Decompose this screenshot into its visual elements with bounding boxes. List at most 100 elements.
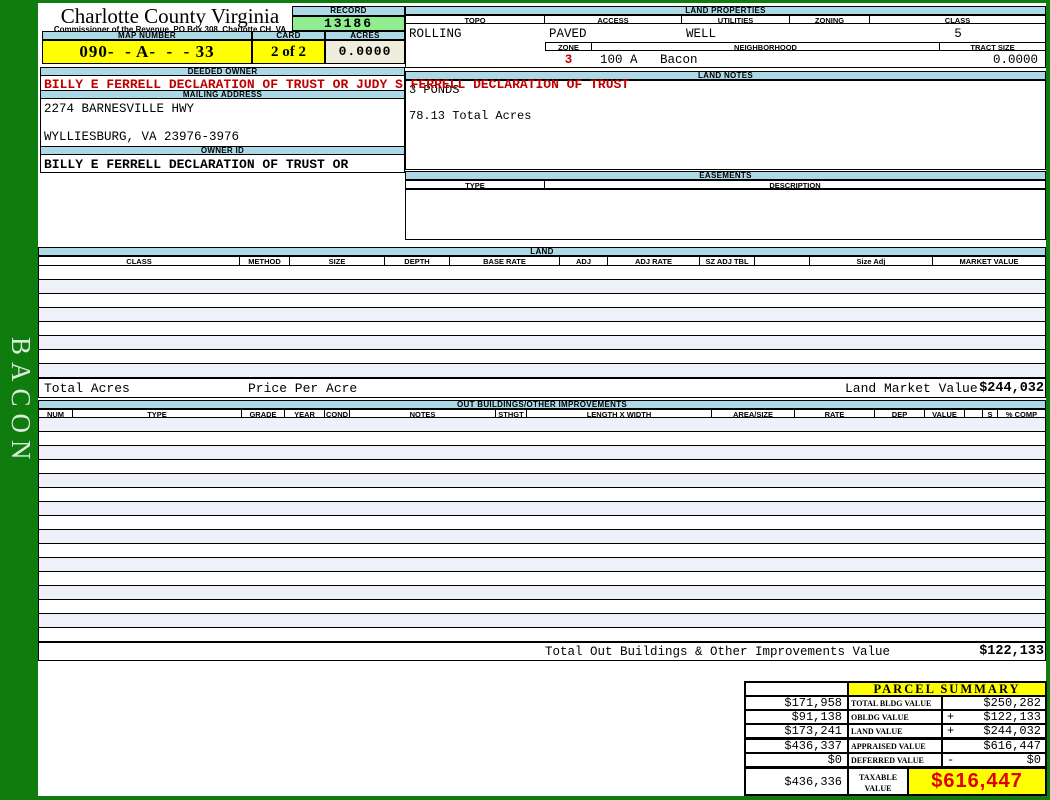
ps-row4-left: $436,337 — [745, 738, 848, 753]
ob-col-dep: DEP — [875, 409, 925, 418]
land-properties-title: LAND PROPERTIES — [405, 6, 1046, 15]
address-line1: 2274 BARNESVILLE HWY — [44, 102, 195, 116]
ps-row1-label: TOTAL BLDG VALUE — [848, 696, 942, 710]
ps-row4-value-cell: $616,447 — [942, 738, 1046, 753]
land-col-adj: ADJ — [560, 256, 608, 266]
ps-row2-value: $122,133 — [983, 710, 1041, 724]
map-number-value: 090- - A- - - 33 — [42, 40, 252, 64]
ob-col-grade: GRADE — [242, 409, 285, 418]
ps-row5-op: - — [947, 753, 955, 767]
topo-label: TOPO — [405, 15, 545, 24]
ob-col-blank — [965, 409, 983, 418]
ps-row1-value-cell: $250,282 — [942, 696, 1046, 710]
out-buildings-section-title: OUT BUILDINGS/OTHER IMPROVEMENTS — [38, 400, 1046, 409]
ob-col-s: S — [983, 409, 998, 418]
land-notes-panel — [405, 80, 1046, 170]
ps-taxable-value: $616,447 — [908, 767, 1046, 795]
tract-size-label: TRACT SIZE — [940, 42, 1046, 51]
land-col-depth: DEPTH — [385, 256, 450, 266]
card-value: 2 of 2 — [252, 40, 325, 64]
deeded-owner-label: DEEDED OWNER — [40, 67, 405, 76]
neighborhood-label: NEIGHBORHOOD — [592, 42, 940, 51]
land-col-adj-rate: ADJ RATE — [608, 256, 700, 266]
ob-col-value: VALUE — [925, 409, 965, 418]
land-total-acres-label: Total Acres — [44, 381, 130, 396]
easements-panel — [405, 189, 1046, 240]
land-section-title: LAND — [38, 247, 1046, 256]
ob-col-cond: COND — [325, 409, 350, 418]
ps-taxable-left: $436,336 — [745, 767, 848, 795]
land-col-base-rate: BASE RATE — [450, 256, 560, 266]
land-col-size: SIZE — [290, 256, 385, 266]
topo-value: ROLLING — [409, 27, 462, 41]
ob-col-num: NUM — [38, 409, 73, 418]
ps-row4-label: APPRAISED VALUE — [848, 738, 942, 753]
ps-row1-value: $250,282 — [983, 696, 1041, 710]
ob-col-type: TYPE — [73, 409, 242, 418]
zone-header-row: ZONE NEIGHBORHOOD TRACT SIZE — [545, 42, 1046, 51]
ps-row1-left: $171,958 — [745, 696, 848, 710]
ob-col-year: YEAR — [285, 409, 325, 418]
utilities-label: UTILITIES — [682, 15, 790, 24]
ob-col-area-size: AREA/SIZE — [712, 409, 795, 418]
zone-label: ZONE — [545, 42, 592, 51]
ps-row3-label: LAND VALUE — [848, 724, 942, 738]
address-line2: WYLLIESBURG, VA 23976-3976 — [44, 130, 240, 144]
zone-area-value: 100 A — [600, 53, 638, 67]
easement-type-label: TYPE — [405, 180, 545, 189]
ps-row5-value: $0 — [1026, 753, 1041, 767]
owner-id-label: OWNER ID — [40, 146, 405, 155]
easements-header-row: TYPE DESCRIPTION — [405, 180, 1046, 189]
class-label: CLASS — [870, 15, 1046, 24]
land-price-per-acre-label: Price Per Acre — [248, 381, 358, 396]
ps-row2-label: OBLDG VALUE — [848, 710, 942, 724]
ob-col-length-width: LENGTH X WIDTH — [527, 409, 712, 418]
property-record-card: BACON Charlotte County Virginia Commissi… — [0, 0, 1050, 800]
land-col-size-adj: Size Adj — [810, 256, 933, 266]
out-buildings-total-value: $122,133 — [979, 644, 1044, 659]
easement-description-label: DESCRIPTION — [545, 180, 1046, 189]
ps-header-spacer — [745, 682, 848, 696]
utilities-value: WELL — [686, 27, 717, 41]
ps-row3-value-cell: + $244,032 — [942, 724, 1046, 738]
zoning-label: ZONING — [790, 15, 870, 24]
ps-row5-label: DEFERRED VALUE — [848, 753, 942, 767]
ob-col-pct-comp: % COMP — [998, 409, 1046, 418]
land-notes-line2: 78.13 Total Acres — [409, 109, 532, 123]
ps-row4-value: $616,447 — [983, 739, 1041, 753]
parcel-summary-title: PARCEL SUMMARY — [848, 682, 1046, 696]
out-buildings-empty-rows — [38, 418, 1046, 642]
ob-col-sthgt: STHGT — [496, 409, 527, 418]
ps-row2-op: + — [947, 710, 955, 724]
land-col-class: CLASS — [38, 256, 240, 266]
tract-size-value: 0.0000 — [992, 53, 1038, 67]
land-market-value: $244,032 — [979, 381, 1044, 396]
land-col-method: METHOD — [240, 256, 290, 266]
out-buildings-header-row: NUM TYPE GRADE YEAR COND NOTES STHGT LEN… — [38, 409, 1046, 418]
access-value: PAVED — [549, 27, 587, 41]
land-table-empty-rows — [38, 266, 1046, 378]
zone-value: 3 — [564, 53, 573, 67]
out-buildings-total-row — [38, 642, 1046, 661]
ps-row5-value-cell: - $0 — [942, 753, 1046, 767]
deeded-owner-value: BILLY E FERRELL DECLARATION OF TRUST OR … — [44, 77, 630, 92]
ps-row5-left: $0 — [745, 753, 848, 767]
neighborhood-sidebar-vertical-label: BACON — [6, 337, 36, 467]
land-market-value-label: Land Market Value — [845, 381, 978, 396]
out-buildings-total-label: Total Out Buildings & Other Improvements… — [545, 645, 891, 659]
ob-col-notes: NOTES — [350, 409, 496, 418]
ps-taxable-label: TAXABLE VALUE — [848, 767, 908, 795]
easements-title: EASEMENTS — [405, 171, 1046, 180]
map-number-label: MAP NUMBER — [42, 31, 252, 40]
record-label: RECORD — [292, 6, 405, 16]
class-value: 5 — [954, 27, 962, 41]
ps-row3-left: $173,241 — [745, 724, 848, 738]
land-properties-header-row: TOPO ACCESS UTILITIES ZONING CLASS — [405, 15, 1046, 24]
ps-row3-value: $244,032 — [983, 724, 1041, 738]
land-col-market-value: MARKET VALUE — [933, 256, 1046, 266]
ps-row3-op: + — [947, 724, 955, 738]
ps-row2-value-cell: + $122,133 — [942, 710, 1046, 724]
land-col-sz-adj-tbl: SZ ADJ TBL — [700, 256, 755, 266]
owner-id-value: BILLY E FERRELL DECLARATION OF TRUST OR — [44, 157, 349, 172]
acres-label: ACRES — [325, 31, 405, 40]
